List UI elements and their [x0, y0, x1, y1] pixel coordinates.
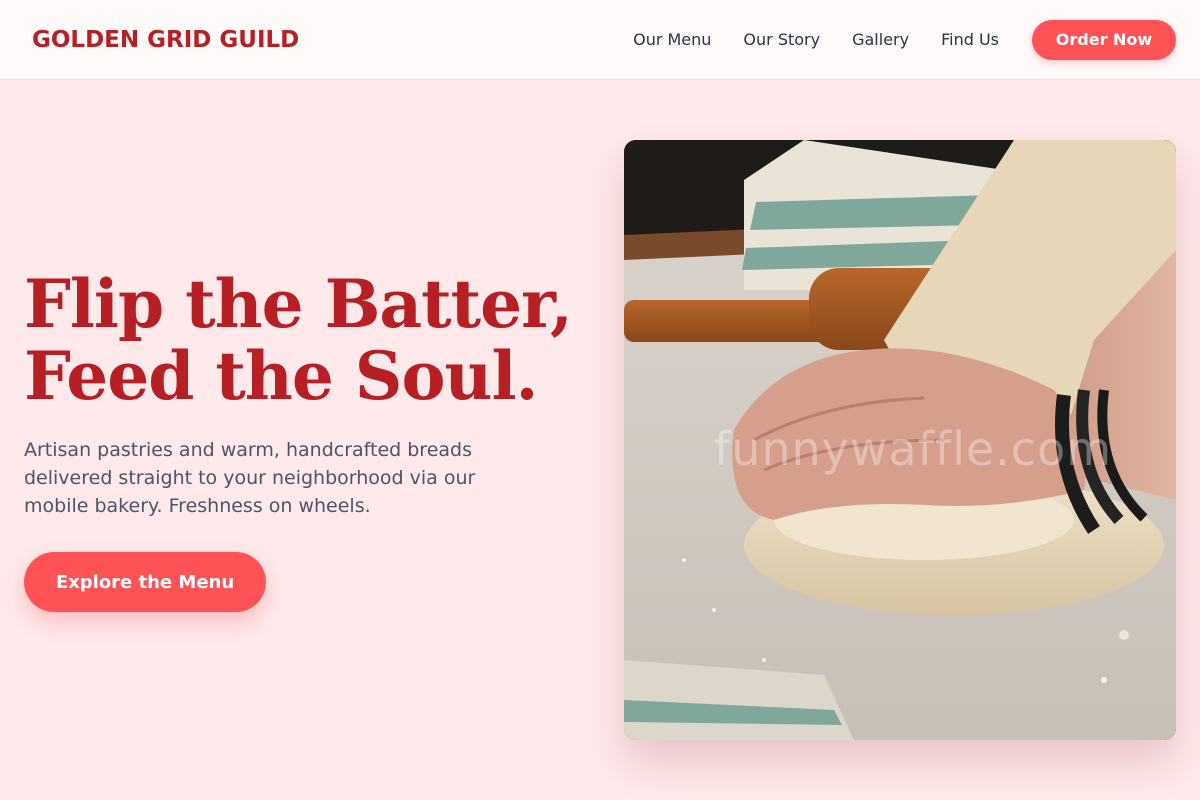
nav-link-find-us[interactable]: Find Us [941, 30, 999, 49]
hero-image-dough-kneading: funnywaffle.com [624, 140, 1176, 740]
nav-link-gallery[interactable]: Gallery [852, 30, 909, 49]
explore-menu-button[interactable]: Explore the Menu [24, 552, 266, 612]
hero-description: Artisan pastries and warm, handcrafted b… [24, 439, 476, 517]
nav-link-our-story[interactable]: Our Story [743, 30, 820, 49]
hero-title: Flip the Batter, Feed the Soul. [24, 265, 573, 415]
order-now-button[interactable]: Order Now [1032, 19, 1176, 60]
nav-link-our-menu[interactable]: Our Menu [633, 30, 711, 49]
hero-title-line-2: Feed the Soul. [24, 337, 539, 415]
brand-logo[interactable]: GOLDEN GRID GUILD [24, 23, 307, 57]
image-watermark: funnywaffle.com [714, 422, 1113, 476]
hero-title-line-1: Flip the Batter, [24, 265, 573, 343]
main-nav: Our Menu Our Story Gallery Find Us [633, 30, 999, 49]
navbar: GOLDEN GRID GUILD Our Menu Our Story Gal… [0, 0, 1200, 80]
